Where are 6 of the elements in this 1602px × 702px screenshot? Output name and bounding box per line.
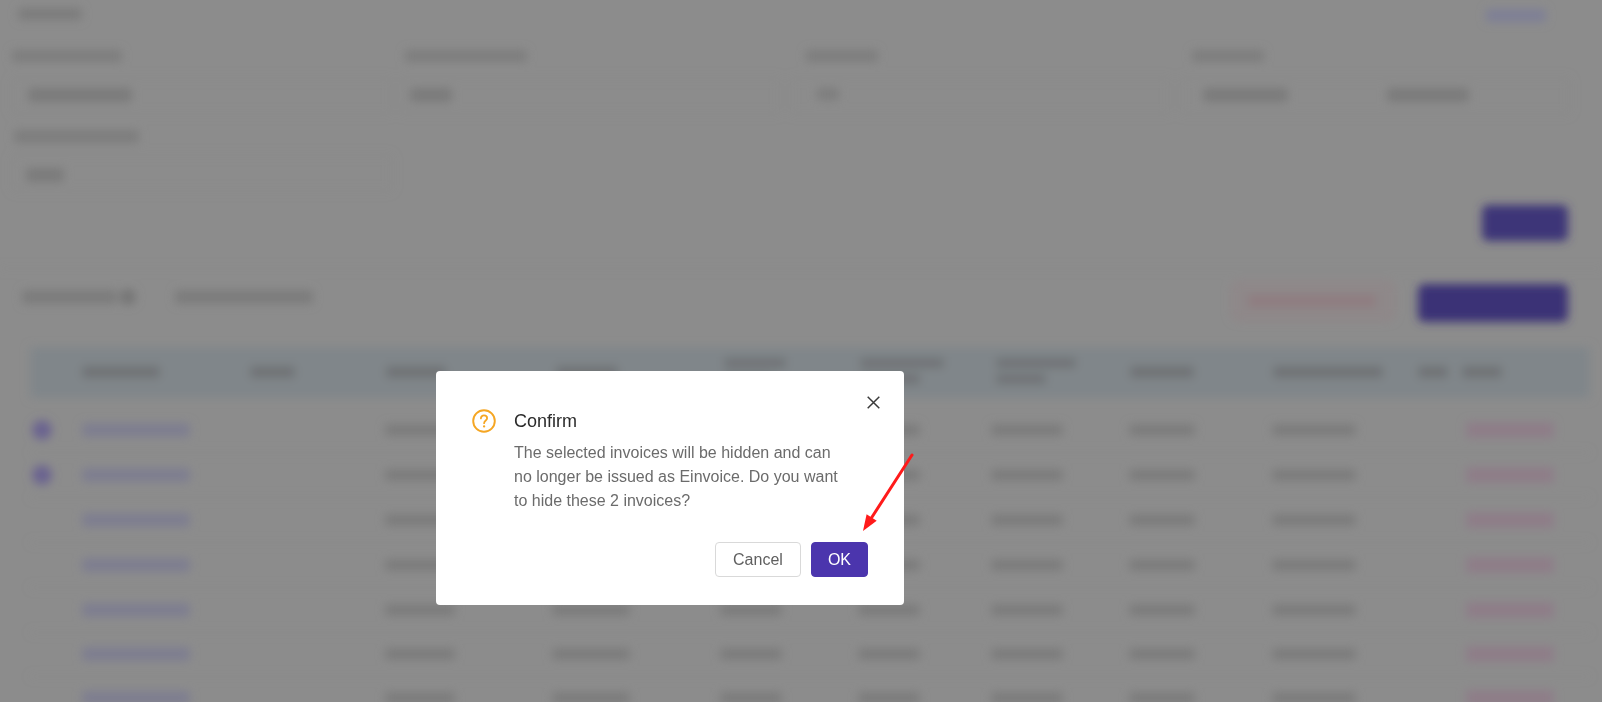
dialog-message: The selected invoices will be hidden and can no longer be issued as Einvoice. Do you want to hide these 2 invoices? <box>514 443 839 511</box>
dialog-title: Confirm <box>514 410 577 433</box>
question-icon <box>472 409 496 433</box>
close-icon <box>866 395 880 409</box>
cancel-button[interactable]: Cancel <box>715 542 801 577</box>
ok-button[interactable]: OK <box>810 542 868 577</box>
